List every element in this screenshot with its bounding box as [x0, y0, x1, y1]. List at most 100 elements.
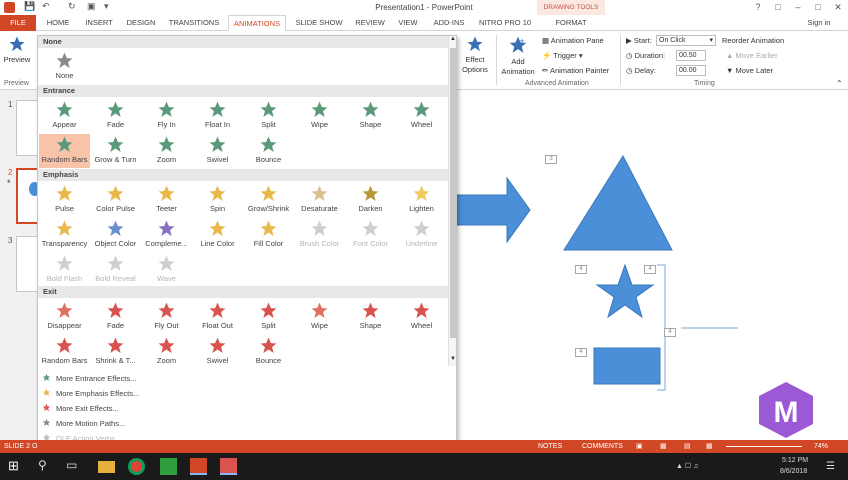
slide-canvas[interactable]: 3 4 4 4 4 M: [457, 90, 848, 440]
effect-entrance-fly-in[interactable]: Fly In: [141, 99, 192, 133]
effect-exit-shrink-t[interactable]: Shrink & T...: [90, 335, 141, 369]
more-effects-item[interactable]: More Entrance Effects...: [42, 372, 136, 386]
effect-entrance-zoom[interactable]: Zoom: [141, 134, 192, 168]
effect-none-none[interactable]: None: [39, 50, 90, 84]
effect-entrance-bounce[interactable]: Bounce: [243, 134, 294, 168]
windows-start-icon[interactable]: ⊞: [8, 458, 25, 475]
collapse-ribbon-icon[interactable]: ⌃: [836, 79, 843, 88]
tab-animations[interactable]: ANIMATIONS: [228, 15, 286, 31]
comments-button[interactable]: COMMENTS: [582, 440, 623, 453]
effect-emphasis-transparency[interactable]: Transparency: [39, 218, 90, 252]
effect-entrance-fade[interactable]: Fade: [90, 99, 141, 133]
effect-entrance-float-in[interactable]: Float In: [192, 99, 243, 133]
tab-file[interactable]: FILE: [0, 15, 36, 31]
effect-exit-split[interactable]: Split: [243, 300, 294, 334]
effect-exit-wheel[interactable]: Wheel: [396, 300, 447, 334]
animation-order-tag[interactable]: 3: [545, 155, 557, 164]
scroll-up-icon[interactable]: ▲: [450, 36, 456, 42]
gallery-scrollbar[interactable]: ▲ ▼: [448, 36, 456, 366]
duration-input[interactable]: 00.50: [676, 50, 706, 61]
effect-entrance-split[interactable]: Split: [243, 99, 294, 133]
add-animation-button[interactable]: + Add Animation: [498, 35, 538, 79]
effect-emphasis-spin[interactable]: Spin: [192, 183, 243, 217]
effect-entrance-random-bars[interactable]: Random Bars: [39, 134, 90, 168]
move-later-button[interactable]: ▼ Move Later: [726, 66, 773, 75]
tab-home[interactable]: HOME: [40, 15, 76, 31]
camtasia-icon[interactable]: [160, 458, 177, 475]
effect-entrance-grow-turn[interactable]: Grow & Turn: [90, 134, 141, 168]
minimize-button[interactable]: –: [788, 0, 808, 15]
tab-design[interactable]: DESIGN: [122, 15, 160, 31]
effect-entrance-swivel[interactable]: Swivel: [192, 134, 243, 168]
effect-entrance-wheel[interactable]: Wheel: [396, 99, 447, 133]
scroll-thumb[interactable]: [450, 48, 456, 338]
task-view-icon[interactable]: ▭: [66, 458, 83, 475]
preview-button[interactable]: Preview: [2, 35, 32, 75]
effect-emphasis-object-color[interactable]: Object Color: [90, 218, 141, 252]
effect-emphasis-lighten[interactable]: Lighten: [396, 183, 447, 217]
notifications-icon[interactable]: ☰: [826, 461, 835, 472]
effect-exit-shape[interactable]: Shape: [345, 300, 396, 334]
effect-emphasis-color-pulse[interactable]: Color Pulse: [90, 183, 141, 217]
start-select[interactable]: On Click ▾: [656, 35, 716, 46]
slideshow-view-icon[interactable]: ▦: [706, 440, 713, 453]
effect-exit-bounce[interactable]: Bounce: [243, 335, 294, 369]
more-effects-item[interactable]: More Motion Paths...: [42, 417, 125, 431]
sign-in-link[interactable]: Sign in: [800, 15, 838, 31]
chrome-icon[interactable]: [128, 458, 145, 475]
animation-painter-button[interactable]: ✏ Animation Painter: [542, 66, 609, 75]
effect-exit-random-bars[interactable]: Random Bars: [39, 335, 90, 369]
effect-options-button[interactable]: Effect Options: [458, 35, 492, 79]
normal-view-icon[interactable]: ▣: [636, 440, 643, 453]
tab-transitions[interactable]: TRANSITIONS: [164, 15, 224, 31]
powerpoint-taskbar-icon[interactable]: [190, 458, 207, 475]
animation-order-tag[interactable]: 4: [575, 348, 587, 357]
slide-sorter-icon[interactable]: ▦: [660, 440, 667, 453]
animation-order-tag[interactable]: 4: [664, 328, 676, 337]
animation-pane-button[interactable]: ▦ Animation Pane: [542, 36, 604, 45]
move-earlier-button[interactable]: ▲ Move Earlier: [726, 51, 778, 60]
reading-view-icon[interactable]: ▤: [684, 440, 691, 453]
delay-input[interactable]: 00.00: [676, 65, 706, 76]
animation-order-tag[interactable]: 4: [575, 265, 587, 274]
maximize-button[interactable]: □: [808, 0, 828, 15]
tray-icons[interactable]: ▲ ☐ ♫: [676, 462, 698, 470]
effect-entrance-shape[interactable]: Shape: [345, 99, 396, 133]
effect-exit-fly-out[interactable]: Fly Out: [141, 300, 192, 334]
ribbon-options-icon[interactable]: □: [768, 0, 788, 15]
effect-emphasis-desaturate[interactable]: Desaturate: [294, 183, 345, 217]
effect-emphasis-line-color[interactable]: Line Color: [192, 218, 243, 252]
search-icon[interactable]: ⚲: [38, 458, 55, 475]
tab-insert[interactable]: INSERT: [80, 15, 118, 31]
tab-nitro[interactable]: NITRO PRO 10: [474, 15, 536, 31]
effect-entrance-wipe[interactable]: Wipe: [294, 99, 345, 133]
animation-order-tag[interactable]: 4: [644, 265, 656, 274]
camtasia-recorder-icon[interactable]: [220, 458, 237, 475]
effect-emphasis-compleme[interactable]: Compleme...: [141, 218, 192, 252]
effect-exit-swivel[interactable]: Swivel: [192, 335, 243, 369]
scroll-down-icon[interactable]: ▼: [450, 356, 456, 362]
effect-emphasis-grow-shrink[interactable]: Grow/Shrink: [243, 183, 294, 217]
notes-button[interactable]: NOTES: [538, 440, 562, 453]
trigger-dropdown[interactable]: ⚡ Trigger ▾: [542, 51, 583, 60]
effect-exit-wipe[interactable]: Wipe: [294, 300, 345, 334]
close-button[interactable]: ✕: [828, 0, 848, 15]
file-explorer-icon[interactable]: [98, 461, 115, 473]
effect-exit-fade[interactable]: Fade: [90, 300, 141, 334]
more-effects-item[interactable]: More Emphasis Effects...: [42, 387, 139, 401]
effect-emphasis-teeter[interactable]: Teeter: [141, 183, 192, 217]
effect-exit-disappear[interactable]: Disappear: [39, 300, 90, 334]
help-icon[interactable]: ?: [748, 0, 768, 15]
effect-emphasis-darken[interactable]: Darken: [345, 183, 396, 217]
zoom-slider[interactable]: [726, 446, 802, 447]
tab-review[interactable]: REVIEW: [352, 15, 388, 31]
effect-entrance-appear[interactable]: Appear: [39, 99, 90, 133]
effect-exit-zoom[interactable]: Zoom: [141, 335, 192, 369]
effect-emphasis-fill-color[interactable]: Fill Color: [243, 218, 294, 252]
tab-add-ins[interactable]: ADD-INS: [428, 15, 470, 31]
tab-view[interactable]: VIEW: [392, 15, 424, 31]
effect-exit-float-out[interactable]: Float Out: [192, 300, 243, 334]
zoom-level[interactable]: 74%: [814, 440, 828, 453]
tab-slide-show[interactable]: SLIDE SHOW: [290, 15, 348, 31]
tab-format[interactable]: FORMAT: [540, 15, 602, 31]
